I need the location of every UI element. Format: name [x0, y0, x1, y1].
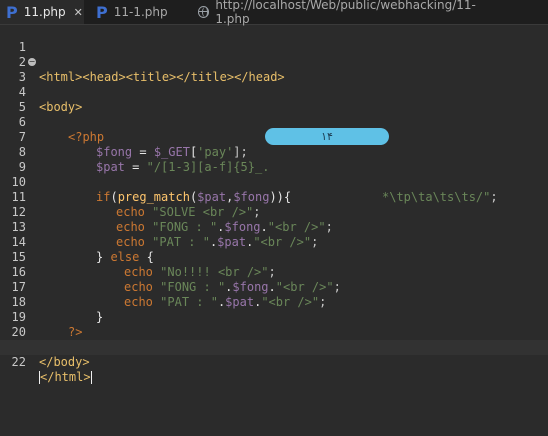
- code-editor[interactable]: 1 2 <html><head><title></title></head> 3…: [0, 25, 548, 436]
- tab-label: 11.php: [23, 5, 66, 19]
- redaction-scribble: ١۴: [265, 128, 389, 145]
- code-line: 16 echo "FONG : ".$fong."<br />";: [0, 250, 548, 294]
- tab-11-1-php[interactable]: P 11-1.php: [90, 0, 186, 24]
- code-line: 17 echo "PAT : ".$pat."<br />";: [0, 265, 548, 309]
- current-code-line: 22 </html>: [0, 340, 548, 384]
- code-line: 13 echo "PAT : ".$pat."<br />";: [0, 205, 548, 249]
- text-cursor: [90, 371, 92, 384]
- code-line: 11 echo "SOLVE <br />";: [0, 175, 548, 219]
- code-line: 8 $pat = "/[1-3][a-f]{5}_. ١۴ *\tp\ta\ts…: [0, 128, 548, 204]
- code-line: 19 ?>: [0, 295, 548, 339]
- php-file-icon: P: [96, 2, 108, 22]
- tab-browser-preview[interactable]: http://localhost/Web/public/webhacking/1…: [190, 0, 490, 26]
- code-line: 2 <html><head><title></title></head>: [0, 40, 548, 84]
- code-token: </html>: [40, 370, 91, 384]
- code-text: </body>: [39, 355, 90, 369]
- code-line: 14 } else {: [0, 220, 548, 264]
- tab-11-php[interactable]: P 11.php ✕: [0, 0, 84, 24]
- code-line: 1: [0, 25, 548, 54]
- close-icon[interactable]: ✕: [74, 6, 83, 19]
- code-line: 9: [0, 145, 548, 174]
- code-line: 10 if(preg_match($pat,$fong)){: [0, 160, 548, 204]
- code-line: 21 </body>: [0, 325, 548, 369]
- code-line: 18 }: [0, 280, 548, 324]
- tab-label: http://localhost/Web/public/webhacking/1…: [215, 0, 476, 26]
- code-line: 4: [0, 70, 548, 99]
- globe-icon: [198, 6, 210, 18]
- tab-label: 11-1.php: [113, 5, 168, 19]
- line-number: 22: [11, 355, 26, 369]
- php-file-icon: P: [6, 2, 18, 22]
- code-line: 20: [0, 310, 548, 339]
- code-line: 12 echo "FONG : ".$fong."<br />";: [0, 190, 548, 234]
- code-line: 15 echo "No!!!! <br />";: [0, 235, 548, 279]
- code-line: 6 <?php: [0, 100, 548, 144]
- code-line: 5: [0, 85, 548, 114]
- code-line: 3 − <body>: [0, 55, 548, 115]
- editor-tab-bar: P 11.php ✕ P 11-1.php http://localhost/W…: [0, 0, 548, 26]
- fold-toggle-icon[interactable]: −: [28, 58, 36, 66]
- code-text: </html>: [39, 370, 92, 385]
